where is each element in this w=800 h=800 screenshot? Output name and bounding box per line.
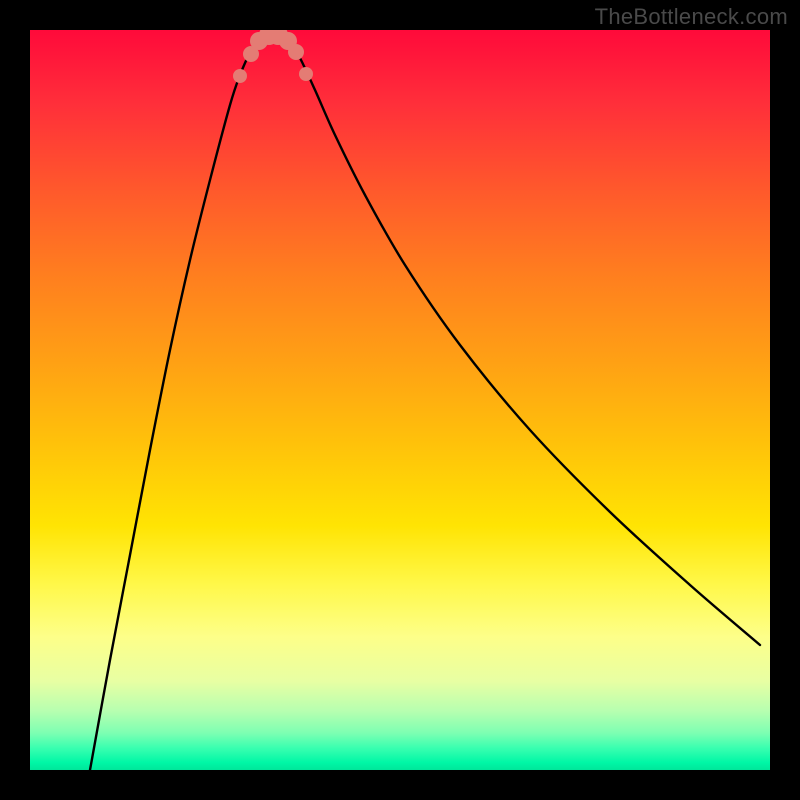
bottom-marker-dots: [233, 30, 313, 83]
curve-left-branch: [90, 35, 260, 770]
bottleneck-curve-plot: [30, 30, 770, 770]
watermark-text: TheBottleneck.com: [595, 4, 788, 30]
marker-dot: [233, 69, 247, 83]
curve-right-branch: [285, 35, 760, 645]
marker-dot: [288, 44, 304, 60]
marker-dot: [299, 67, 313, 81]
